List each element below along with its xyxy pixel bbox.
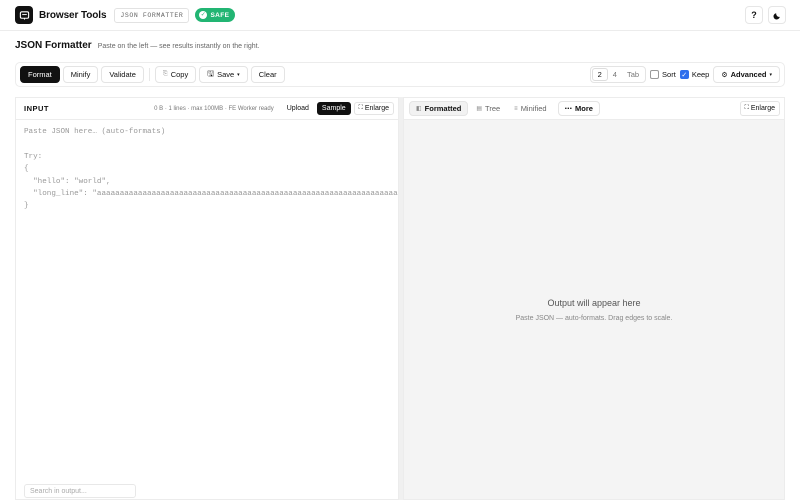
tab-minified[interactable]: ≡ Minified [508,101,552,116]
minified-icon: ≡ [514,105,518,112]
output-enlarge-label: Enlarge [750,105,775,112]
theme-toggle-button[interactable] [768,6,786,24]
search-output-input[interactable]: Search in output... [24,484,136,498]
sort-checkbox[interactable] [650,70,660,79]
expand-icon: ⛶ [744,105,749,111]
tab-tree-label: Tree [485,104,501,113]
expand-icon: ⛶ [358,105,363,111]
indent-selector: 2 4 Tab [589,66,647,83]
clear-button[interactable]: Clear [250,66,285,83]
chevron-down-icon: ▾ [769,71,772,78]
toolbar: Format Minify Validate ⎘ Copy 🖫 Save ▾ C… [15,62,785,87]
copy-label: Copy [170,70,189,79]
advanced-button[interactable]: ⚙ Advanced ▾ [713,66,780,83]
formatted-icon: ◧ [416,106,422,112]
keep-toggle[interactable]: ✓ Keep [679,70,710,79]
save-button[interactable]: 🖫 Save ▾ [199,66,248,83]
output-empty-state: Output will appear here Paste JSON — aut… [404,298,784,322]
input-pane: INPUT 0 B · 1 lines · max 100MB · FE Wor… [15,97,399,500]
empty-title: Output will appear here [547,298,641,308]
tab-formatted[interactable]: ◧ Formatted [409,101,469,116]
toolbar-divider [148,68,150,81]
more-icon: ⋯ [564,104,573,113]
output-pane-header: ◧ Formatted ▤ Tree ≡ Minified ⋯ More ⛶ E… [404,98,784,120]
tree-icon: ▤ [476,106,483,112]
save-label: Save [217,70,235,79]
chevron-down-icon: ▾ [237,71,240,78]
sort-toggle[interactable]: Sort [650,70,676,79]
indent-option-4[interactable]: 4 [608,68,622,81]
json-input-editor[interactable]: Paste JSON here… (auto-formats) Try: { "… [16,120,398,480]
input-enlarge-label: Enlarge [364,105,389,112]
input-pane-header: INPUT 0 B · 1 lines · max 100MB · FE Wor… [16,98,398,120]
keep-label: Keep [691,70,710,79]
save-icon: 🖫 [207,68,215,78]
page-subtitle: Paste on the left — see results instantl… [97,43,260,50]
safe-badge-label: SAFE [210,11,230,19]
app-logo-icon [15,6,33,24]
output-tabs: ◧ Formatted ▤ Tree ≡ Minified ⋯ More [409,101,600,116]
sample-button[interactable]: Sample [316,102,351,115]
minify-button[interactable]: Minify [62,66,99,83]
indent-option-tab[interactable]: Tab [622,68,644,81]
output-pane: ◧ Formatted ▤ Tree ≡ Minified ⋯ More ⛶ E… [403,97,785,500]
format-button[interactable]: Format [20,66,60,83]
copy-icon: ⎘ [162,71,168,77]
input-meta: 0 B · 1 lines · max 100MB · FE Worker re… [154,105,274,112]
sort-label: Sort [662,70,676,79]
page-heading: JSON Formatter Paste on the left — see r… [15,40,260,51]
moon-icon [772,12,780,20]
check-icon: ✓ [199,11,208,19]
input-label: INPUT [24,104,49,113]
gear-icon: ⚙ [721,71,728,79]
safe-badge: ✓ SAFE [195,8,236,22]
brand-name[interactable]: Browser Tools [39,10,107,21]
input-enlarge-button[interactable]: ⛶ Enlarge [353,102,394,115]
help-button[interactable]: ? [745,6,763,24]
help-icon: ? [751,10,757,20]
copy-button[interactable]: ⎘ Copy [154,66,197,83]
more-button[interactable]: ⋯ More [557,101,600,116]
top-bar: Browser Tools JSON FORMATTER ✓ SAFE ? [0,0,800,31]
validate-button[interactable]: Validate [101,66,144,83]
tab-formatted-label: Formatted [424,104,462,113]
tab-tree[interactable]: ▤ Tree [470,101,506,116]
more-label: More [575,104,593,113]
output-enlarge-button[interactable]: ⛶ Enlarge [739,101,780,116]
tool-tag: JSON FORMATTER [114,7,190,23]
upload-button[interactable]: Upload [281,102,314,115]
page-title: JSON Formatter [15,40,92,51]
keep-checkbox[interactable]: ✓ [679,70,689,79]
empty-subtitle: Paste JSON — auto-formats. Drag edges to… [515,315,673,322]
advanced-label: Advanced [730,70,767,79]
indent-option-2[interactable]: 2 [591,68,608,81]
tab-minified-label: Minified [520,104,547,113]
